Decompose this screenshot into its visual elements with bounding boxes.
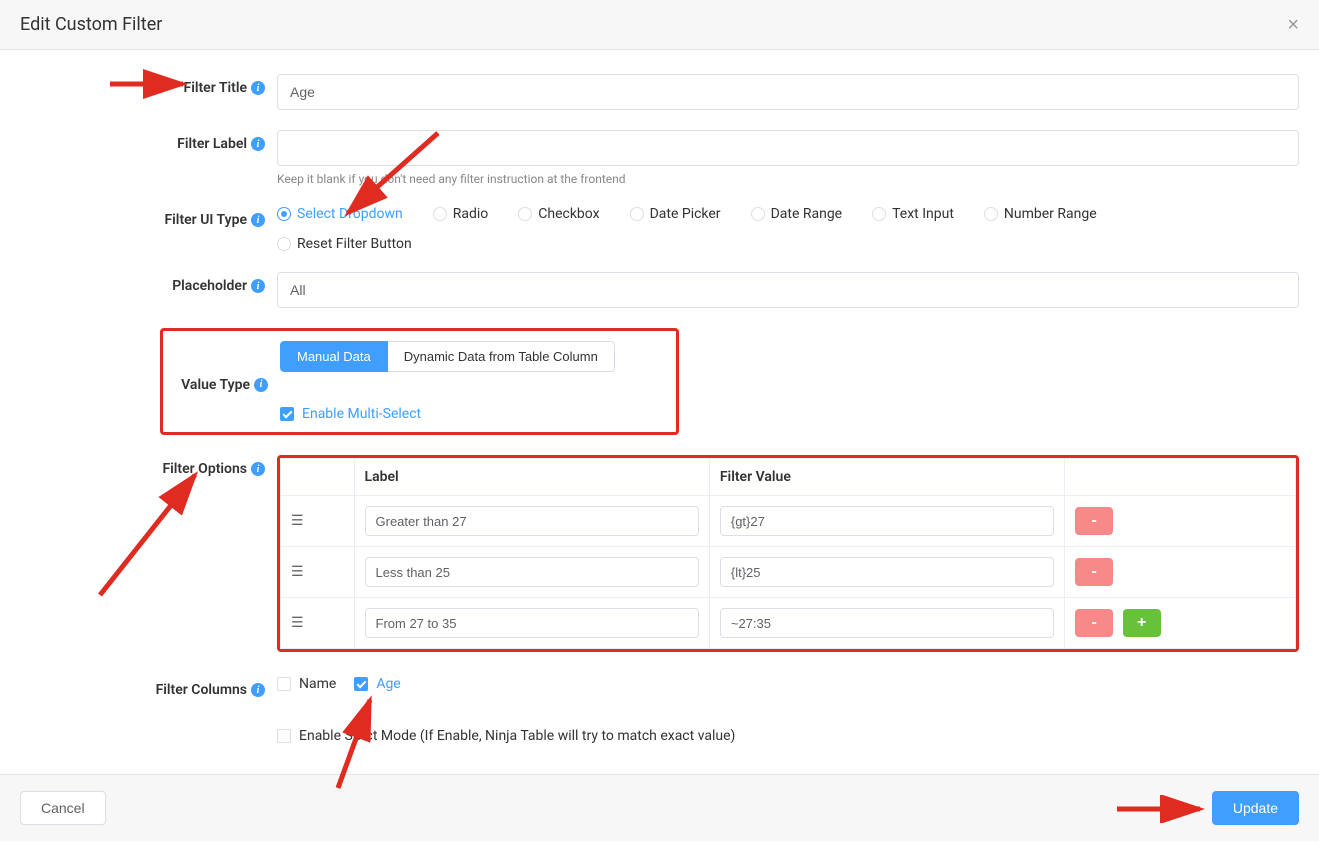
- checkbox-icon: [277, 677, 291, 691]
- label-filter-columns: Filter Columns i: [20, 676, 277, 698]
- radio-icon: [872, 207, 886, 221]
- radio-icon: [518, 207, 532, 221]
- row-ui-type: Filter UI Type i Select Dropdown Radio C…: [20, 206, 1299, 252]
- radio-icon: [751, 207, 765, 221]
- value-type-toggle: Manual Data Dynamic Data from Table Colu…: [280, 341, 615, 372]
- radio-icon: [984, 207, 998, 221]
- info-icon[interactable]: i: [254, 378, 268, 392]
- radio-group-ui-type-row1: Select Dropdown Radio Checkbox Date Pick…: [277, 206, 1299, 222]
- radio-group-ui-type-row2: Reset Filter Button: [277, 236, 1299, 252]
- radio-text-input[interactable]: Text Input: [872, 206, 954, 222]
- th-value: Filter Value: [709, 459, 1064, 496]
- label-filter-options: Filter Options i: [20, 455, 277, 477]
- checkbox-column-age[interactable]: Age: [354, 676, 400, 692]
- option-label-input[interactable]: [365, 506, 699, 536]
- filter-label-helper: Keep it blank if you don't need any filt…: [277, 172, 1299, 186]
- checkbox-enable-multi[interactable]: Enable Multi-Select: [280, 406, 666, 422]
- row-filter-title: Filter Title i: [20, 74, 1299, 110]
- filter-title-input[interactable]: [277, 74, 1299, 110]
- remove-row-button[interactable]: -: [1075, 609, 1113, 637]
- table-row: ☰ - +: [281, 598, 1296, 649]
- btn-manual-data[interactable]: Manual Data: [280, 341, 388, 372]
- table-row: ☰ -: [281, 547, 1296, 598]
- row-filter-options: Filter Options i Label Filter Value: [20, 455, 1299, 652]
- option-label-input[interactable]: [365, 557, 699, 587]
- add-row-button[interactable]: +: [1123, 609, 1161, 637]
- label-filter-title: Filter Title i: [20, 74, 277, 96]
- table-row: ☰ -: [281, 496, 1296, 547]
- drag-handle-icon[interactable]: ☰: [281, 496, 355, 547]
- option-value-input[interactable]: [720, 557, 1054, 587]
- dialog-footer: Cancel Update: [0, 774, 1319, 841]
- filter-label-input[interactable]: [277, 130, 1299, 166]
- row-filter-label: Filter Label i Keep it blank if you don'…: [20, 130, 1299, 186]
- arrow-annotation: [1112, 795, 1212, 823]
- drag-handle-icon[interactable]: ☰: [281, 547, 355, 598]
- option-label-input[interactable]: [365, 608, 699, 638]
- remove-row-button[interactable]: -: [1075, 507, 1113, 535]
- option-value-input[interactable]: [720, 506, 1054, 536]
- columns-checkbox-group: Name Age: [277, 676, 1299, 692]
- row-strict-mode: Enable Strict Mode (If Enable, Ninja Tab…: [20, 728, 1299, 744]
- label-filter-label: Filter Label i: [20, 130, 277, 152]
- cancel-button[interactable]: Cancel: [20, 791, 106, 825]
- dialog-body: Filter Title i Filter Label i Keep it bl…: [0, 50, 1319, 774]
- dialog-title: Edit Custom Filter: [20, 14, 162, 35]
- info-icon[interactable]: i: [251, 137, 265, 151]
- label-value-type: Value Type i: [163, 341, 280, 422]
- remove-row-button[interactable]: -: [1075, 558, 1113, 586]
- radio-number-range[interactable]: Number Range: [984, 206, 1097, 222]
- row-placeholder: Placeholder i: [20, 272, 1299, 308]
- checkbox-strict-mode[interactable]: Enable Strict Mode (If Enable, Ninja Tab…: [277, 728, 1299, 744]
- radio-checkbox[interactable]: Checkbox: [518, 206, 599, 222]
- radio-date-picker[interactable]: Date Picker: [630, 206, 721, 222]
- info-icon[interactable]: i: [251, 462, 265, 476]
- checkbox-column-name[interactable]: Name: [277, 676, 336, 692]
- checkbox-icon: [277, 729, 291, 743]
- th-label: Label: [354, 459, 709, 496]
- update-button[interactable]: Update: [1212, 791, 1299, 825]
- radio-select-dropdown[interactable]: Select Dropdown: [277, 206, 403, 222]
- label-ui-type: Filter UI Type i: [20, 206, 277, 228]
- row-filter-columns: Filter Columns i Name Age: [20, 676, 1299, 698]
- radio-date-range[interactable]: Date Range: [751, 206, 843, 222]
- drag-handle-icon[interactable]: ☰: [281, 598, 355, 649]
- info-icon[interactable]: i: [251, 683, 265, 697]
- row-value-type: Value Type i Manual Data Dynamic Data fr…: [160, 328, 679, 435]
- info-icon[interactable]: i: [251, 213, 265, 227]
- info-icon[interactable]: i: [251, 81, 265, 95]
- btn-dynamic-data[interactable]: Dynamic Data from Table Column: [388, 341, 615, 372]
- close-icon[interactable]: ×: [1287, 15, 1299, 35]
- filter-options-highlight-box: Label Filter Value ☰ - ☰: [277, 455, 1299, 652]
- radio-icon: [277, 207, 291, 221]
- radio-icon: [433, 207, 447, 221]
- radio-radio[interactable]: Radio: [433, 206, 489, 222]
- radio-icon: [630, 207, 644, 221]
- value-type-highlight-box: Value Type i Manual Data Dynamic Data fr…: [160, 328, 679, 435]
- label-placeholder: Placeholder i: [20, 272, 277, 294]
- checkbox-icon: [354, 677, 368, 691]
- option-value-input[interactable]: [720, 608, 1054, 638]
- radio-icon: [277, 237, 291, 251]
- info-icon[interactable]: i: [251, 279, 265, 293]
- dialog-header: Edit Custom Filter ×: [0, 0, 1319, 50]
- placeholder-input[interactable]: [277, 272, 1299, 308]
- checkbox-icon: [280, 407, 294, 421]
- radio-reset-filter[interactable]: Reset Filter Button: [277, 236, 412, 252]
- options-table: Label Filter Value ☰ - ☰: [280, 458, 1296, 649]
